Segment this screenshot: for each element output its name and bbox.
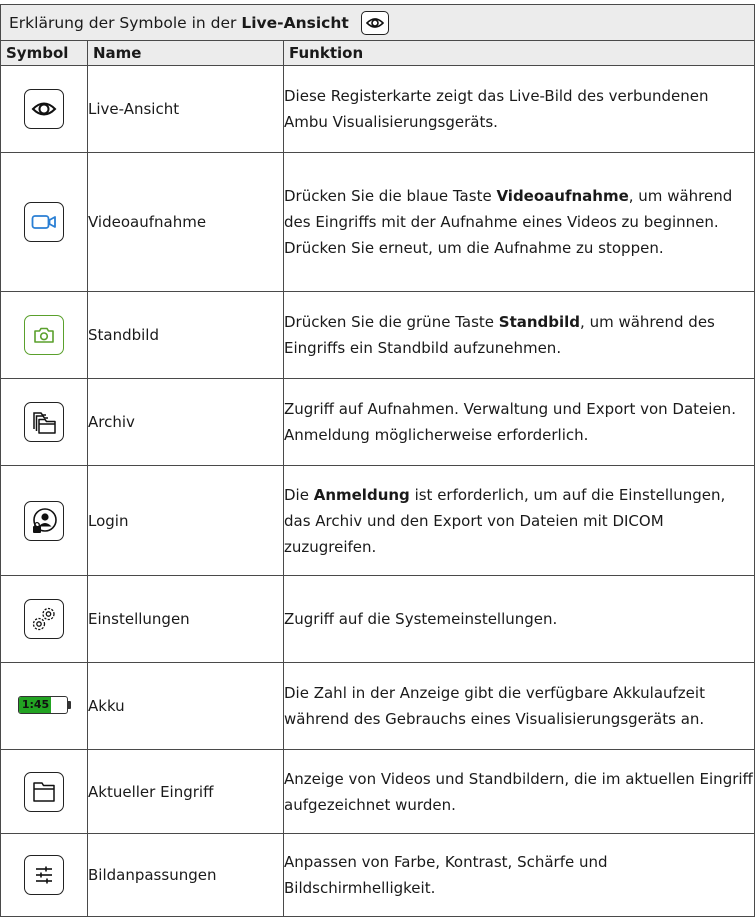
function-cell: Drücken Sie die blaue Taste Videoaufnahm… xyxy=(282,152,755,292)
table-row: Login Die Anmeldung ist erforderlich, um… xyxy=(0,465,755,576)
symbol-cell xyxy=(0,833,88,917)
header-name: Name xyxy=(87,40,284,66)
camera-icon xyxy=(24,315,64,355)
name-cell: Standbild xyxy=(87,291,284,379)
table-row: Standbild Drücken Sie die grüne Taste St… xyxy=(0,291,755,379)
function-cell: Die Zahl in der Anzeige gibt die verfügb… xyxy=(282,662,755,750)
function-cell: Anzeige von Videos und Standbildern, die… xyxy=(282,749,755,834)
symbol-cell xyxy=(0,465,88,576)
function-cell: Die Anmeldung ist erforderlich, um auf d… xyxy=(282,465,755,576)
symbol-cell xyxy=(0,291,88,379)
title-prefix: Erklärung der Symbole in der xyxy=(9,13,242,32)
table-row: Aktueller Eingriff Anzeige von Videos un… xyxy=(0,749,755,834)
folder-icon xyxy=(24,771,64,812)
eye-icon xyxy=(360,10,389,35)
name-cell: Videoaufnahme xyxy=(87,152,284,292)
function-cell: Zugriff auf Aufnahmen. Verwaltung und Ex… xyxy=(282,378,755,466)
symbol-cell xyxy=(0,65,88,153)
symbol-legend-table: Erklärung der Symbole in der Live-Ansich… xyxy=(0,4,755,917)
title-bold: Live-Ansicht xyxy=(241,13,349,32)
table-header-row: Symbol Name Funktion xyxy=(0,40,755,66)
name-cell: Archiv xyxy=(87,378,284,466)
header-function: Funktion xyxy=(282,40,755,66)
table-row: Videoaufnahme Drücken Sie die blaue Tast… xyxy=(0,152,755,292)
login-user-lock-icon xyxy=(24,500,64,541)
header-symbol: Symbol xyxy=(0,40,88,66)
table-row: Live-Ansicht Diese Registerkarte zeigt d… xyxy=(0,65,755,153)
video-camera-icon xyxy=(24,202,64,242)
archive-icon xyxy=(24,402,64,442)
name-cell: Login xyxy=(87,465,284,576)
sliders-icon xyxy=(24,855,64,895)
table-row: Einstellungen Zugriff auf die Systemeins… xyxy=(0,575,755,663)
symbol-cell: 1:45 xyxy=(0,662,88,750)
name-cell: Akku xyxy=(87,662,284,750)
function-cell: Diese Registerkarte zeigt das Live-Bild … xyxy=(282,65,755,153)
battery-icon: 1:45 xyxy=(17,695,71,714)
symbol-cell xyxy=(0,152,88,292)
eye-icon xyxy=(24,89,64,129)
symbol-cell xyxy=(0,575,88,663)
gears-icon xyxy=(24,599,64,639)
function-cell: Drücken Sie die grüne Taste Standbild, u… xyxy=(282,291,755,379)
table-row: 1:45 Akku Die Zahl in der Anzeige gibt d… xyxy=(0,662,755,750)
name-cell: Einstellungen xyxy=(87,575,284,663)
table-title: Erklärung der Symbole in der Live-Ansich… xyxy=(0,4,755,41)
name-cell: Aktueller Eingriff xyxy=(87,749,284,834)
symbol-cell xyxy=(0,378,88,466)
name-cell: Bildanpassungen xyxy=(87,833,284,917)
table-title-row: Erklärung der Symbole in der Live-Ansich… xyxy=(0,4,755,41)
name-cell: Live-Ansicht xyxy=(87,65,284,153)
table-row: Bildanpassungen Anpassen von Farbe, Kont… xyxy=(0,833,755,917)
function-cell: Zugriff auf die Systemeinstellungen. xyxy=(282,575,755,663)
symbol-cell xyxy=(0,749,88,834)
function-cell: Anpassen von Farbe, Kontrast, Schärfe un… xyxy=(282,833,755,917)
table-row: Archiv Zugriff auf Aufnahmen. Verwaltung… xyxy=(0,378,755,466)
battery-time: 1:45 xyxy=(21,698,50,711)
